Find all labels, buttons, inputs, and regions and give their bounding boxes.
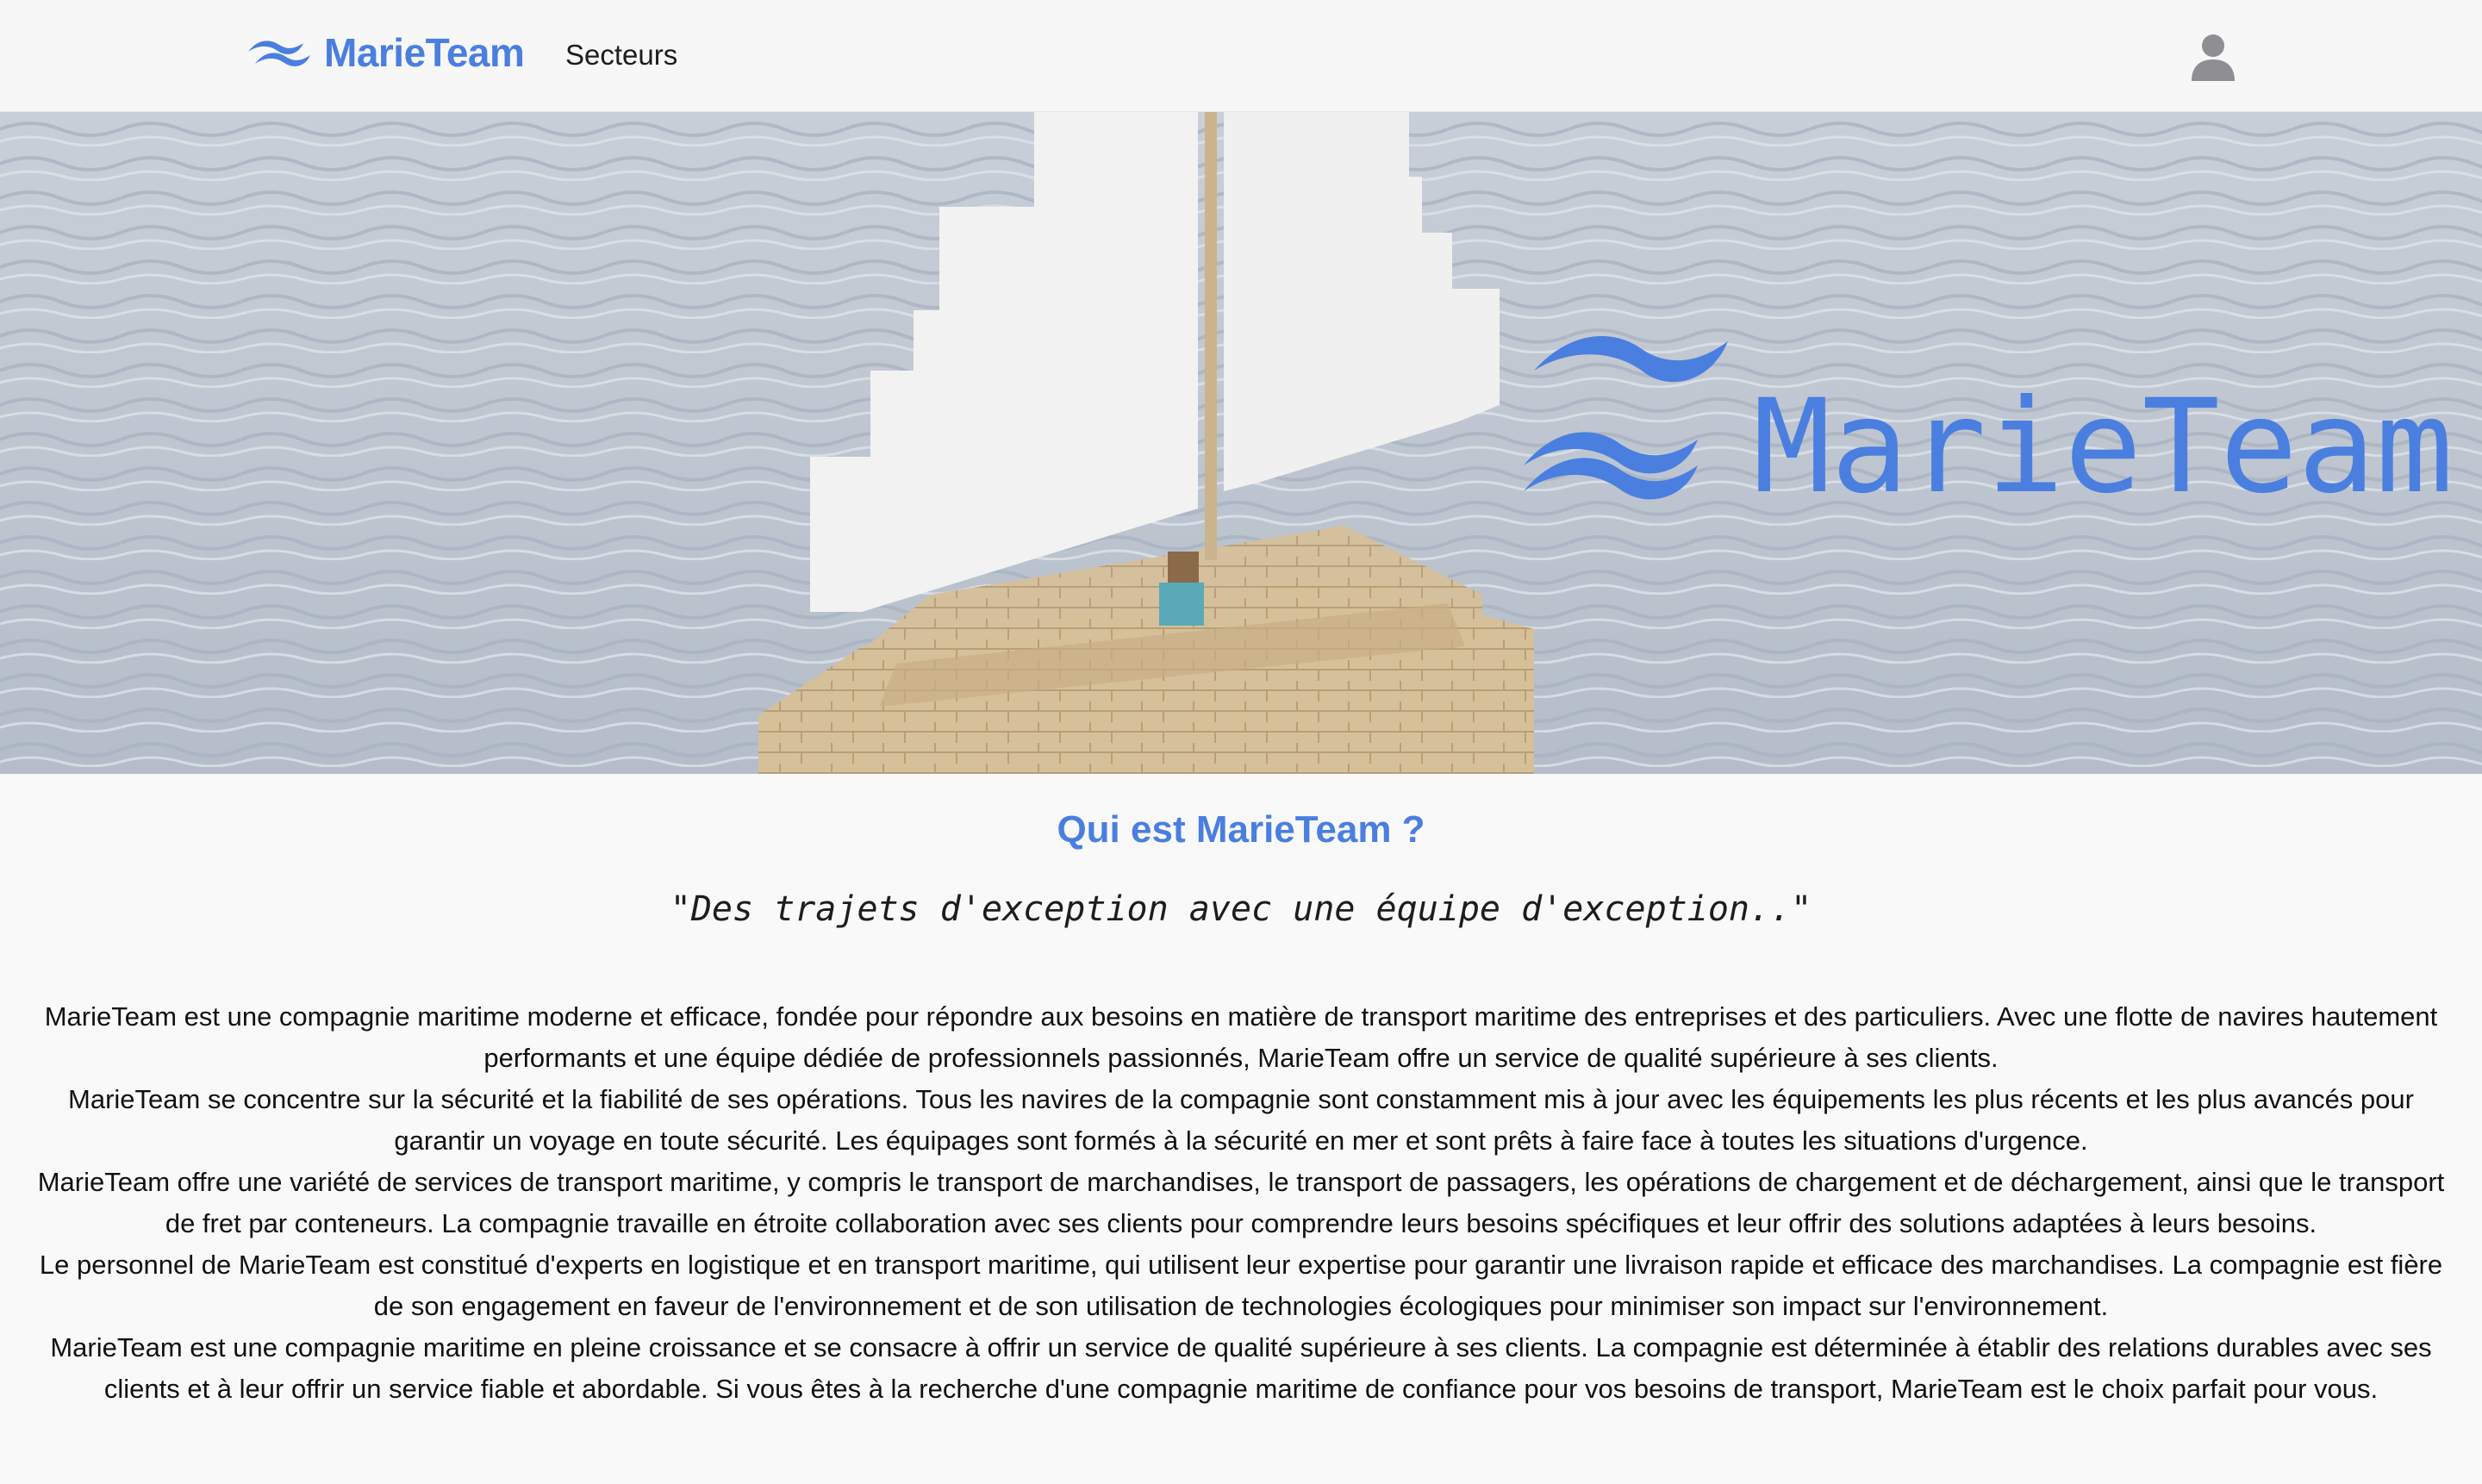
wave-logo-icon <box>248 41 310 66</box>
navbar: MarieTeam Secteurs <box>0 0 2482 112</box>
about-paragraph: MarieTeam est une compagnie maritime en … <box>50 1332 2432 1404</box>
about-section: Qui est MarieTeam ? "Des trajets d'excep… <box>0 774 2482 1410</box>
section-title: Qui est MarieTeam ? <box>1057 808 1425 851</box>
brand-link[interactable]: MarieTeam <box>246 29 525 76</box>
about-paragraph: Le personnel de MarieTeam est constitué … <box>39 1250 2443 1321</box>
nav-link-secteurs[interactable]: Secteurs <box>565 39 677 72</box>
about-paragraph: MarieTeam se concentre sur la sécurité e… <box>68 1084 2414 1156</box>
about-body: MarieTeam est une compagnie maritime mod… <box>34 996 2448 1410</box>
hero-image: MarieTeam <box>0 112 2482 774</box>
user-icon[interactable] <box>2187 31 2239 83</box>
about-paragraph: MarieTeam est une compagnie maritime mod… <box>44 1001 2438 1073</box>
tagline-quote: "Des trajets d'exception avec une équipe… <box>670 889 1812 929</box>
hero-logo-text: MarieTeam <box>1753 372 2454 522</box>
hero-banner: MarieTeam <box>0 112 2482 774</box>
brand-name: MarieTeam <box>324 30 525 75</box>
about-paragraph: MarieTeam offre une variété de services … <box>37 1167 2445 1238</box>
